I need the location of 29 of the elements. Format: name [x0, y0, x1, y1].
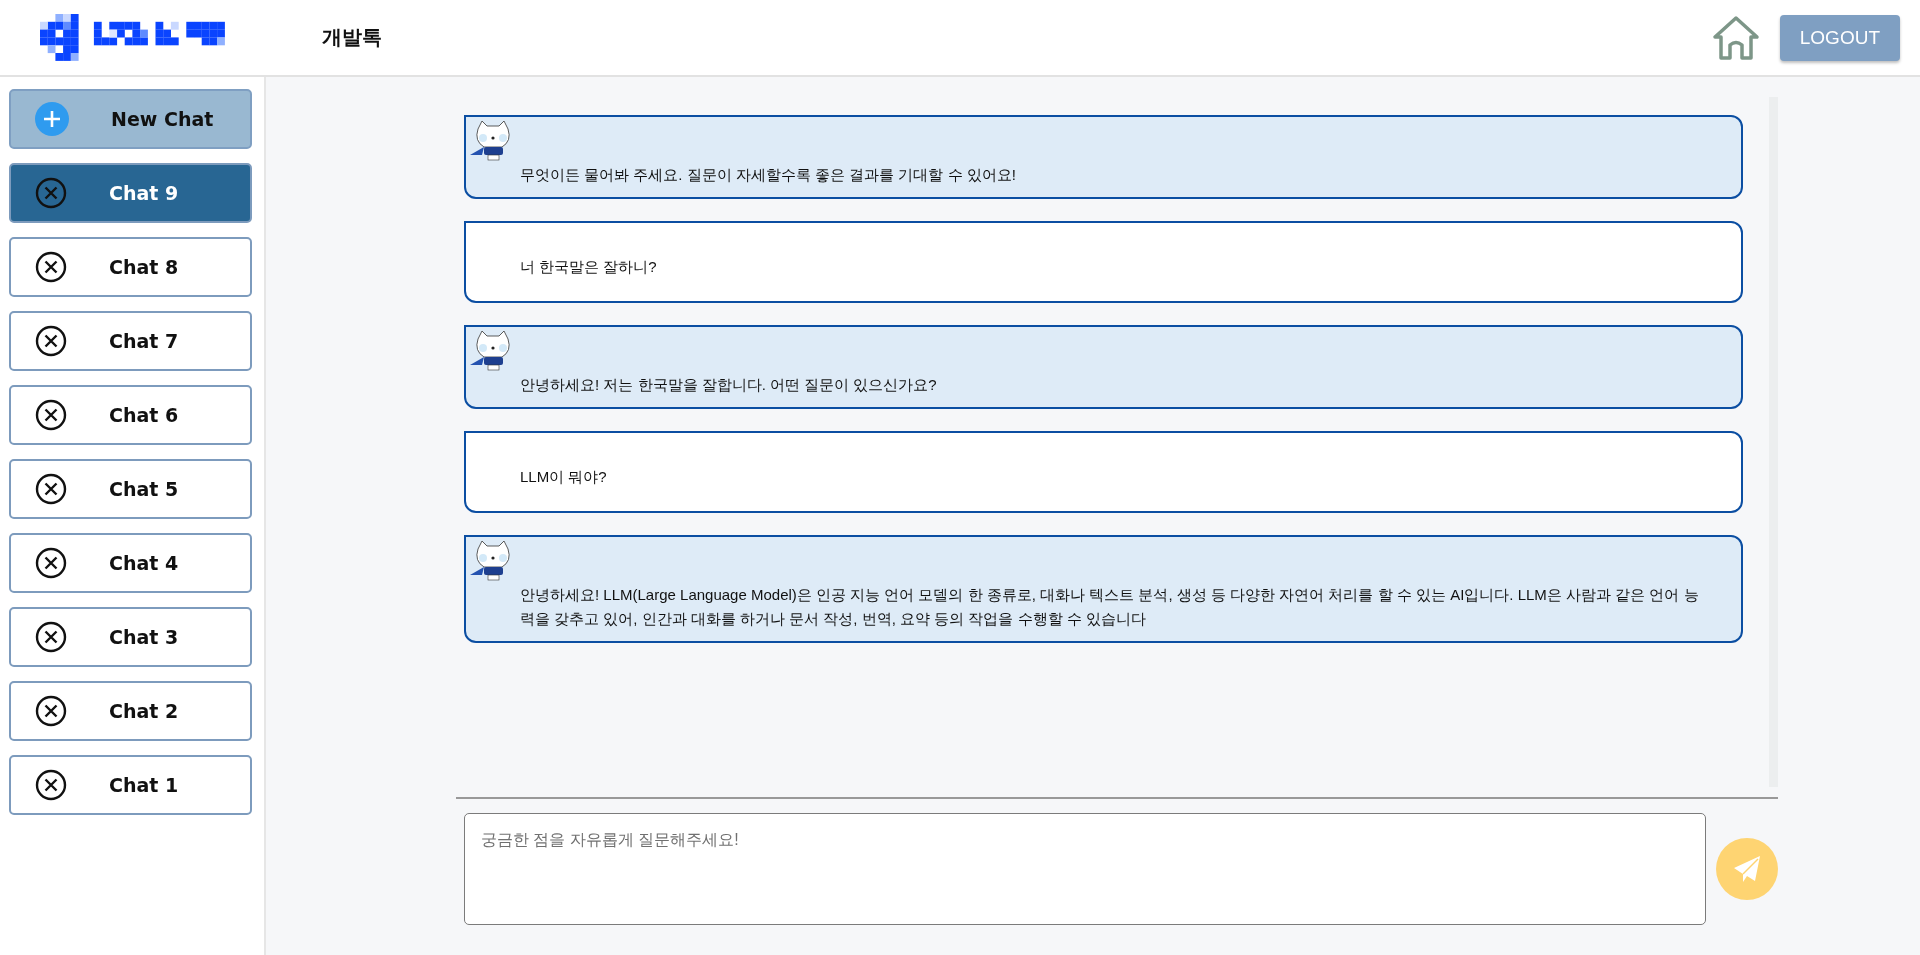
chat-item[interactable]: Chat 2 [9, 681, 252, 741]
paper-plane-icon [1732, 854, 1762, 884]
logo-icon [40, 13, 226, 62]
plus-icon [35, 102, 69, 136]
chat-item[interactable]: Chat 9 [9, 163, 252, 223]
message-text: 안녕하세요! LLM(Large Language Model)은 인공 지능 언어 모델의 한 종류로, 대화나 텍스트 분석, 생성 등 다양한 자연어 처리를 할 수 있는 AI입니다. LLM은 사람과 같은 언어 능력을 갖추고 있어, 인간과 대화를 하거나 문서 작성, 번역, 요약 등의 작업을 수행할 수 있습니다 [520, 585, 1700, 629]
close-icon[interactable] [35, 695, 67, 727]
close-icon[interactable] [35, 621, 67, 653]
close-icon[interactable] [35, 399, 67, 431]
chat-item[interactable]: Chat 8 [9, 237, 252, 297]
close-icon[interactable] [35, 473, 67, 505]
home-icon[interactable] [1711, 14, 1760, 61]
message-text: LLM이 뭐야? [520, 467, 608, 487]
app-title: 개발톡 [322, 24, 382, 51]
close-icon[interactable] [35, 325, 67, 357]
close-icon[interactable] [35, 547, 67, 579]
message-text: 너 한국말은 잘하니? [520, 257, 658, 277]
chat-item[interactable]: Chat 3 [9, 607, 252, 667]
chat-item[interactable]: Chat 7 [9, 311, 252, 371]
chat-item[interactable]: Chat 1 [9, 755, 252, 815]
message-text: 무엇이든 물어봐 주세요. 질문이 자세할수록 좋은 결과를 기대할 수 있어요! [520, 165, 1017, 185]
chat-item[interactable]: Chat 6 [9, 385, 252, 445]
close-icon[interactable] [35, 251, 67, 283]
message-text: 안녕하세요! 저는 한국말을 잘합니다. 어떤 질문이 있으신가요? [520, 375, 938, 395]
chat-item[interactable]: Chat 4 [9, 533, 252, 593]
question-input[interactable]: 궁금한 점을 자유롭게 질문해주세요! [464, 813, 1706, 925]
new-chat-button[interactable]: New Chat [9, 89, 252, 149]
chat-item[interactable]: Chat 5 [9, 459, 252, 519]
close-icon[interactable] [35, 769, 67, 801]
